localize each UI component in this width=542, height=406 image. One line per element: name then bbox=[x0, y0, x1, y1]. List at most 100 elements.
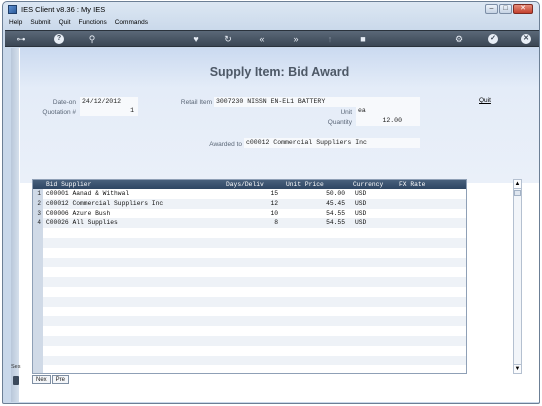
unit-field[interactable]: ea bbox=[356, 106, 420, 116]
row-number: 3 bbox=[33, 208, 43, 219]
row-number-empty bbox=[33, 247, 43, 258]
menu-quit[interactable]: Quit bbox=[55, 18, 75, 29]
empty-row[interactable] bbox=[33, 326, 466, 336]
retail-item-label: Retail Item bbox=[180, 99, 212, 106]
row-number-empty bbox=[33, 326, 43, 336]
cell-supplier[interactable]: C00006 Azure Bush bbox=[46, 209, 110, 219]
quit-link[interactable]: Quit bbox=[479, 97, 491, 104]
empty-row[interactable] bbox=[33, 336, 466, 346]
dock-icon[interactable] bbox=[13, 376, 19, 385]
cell-price[interactable]: 54.55 bbox=[286, 218, 345, 228]
empty-row[interactable] bbox=[33, 345, 466, 356]
vertical-scrollbar[interactable]: ▲ ▼ bbox=[513, 179, 522, 374]
empty-row[interactable] bbox=[33, 238, 466, 248]
cell-days[interactable]: 8 bbox=[226, 218, 278, 228]
row-number-empty bbox=[33, 267, 43, 278]
quantity-label: Quantity bbox=[327, 119, 352, 126]
app-window: IES Client v8.36 : My IES – □ ✕ Help Sub… bbox=[2, 1, 540, 404]
col-currency[interactable]: Currency bbox=[353, 181, 383, 188]
key-icon[interactable]: ⊶ bbox=[11, 34, 31, 45]
bottom-tabs: Nex Pre bbox=[32, 375, 70, 384]
grid-header: Bid Supplier Days/Deliv Unit Price Curre… bbox=[33, 180, 466, 189]
empty-row[interactable] bbox=[33, 355, 466, 366]
cell-days[interactable]: 12 bbox=[226, 199, 278, 209]
col-unit-price[interactable]: Unit Price bbox=[286, 181, 324, 188]
maximize-button[interactable]: □ bbox=[499, 4, 512, 14]
prev-tab[interactable]: Pre bbox=[51, 375, 70, 384]
empty-row[interactable] bbox=[33, 247, 466, 258]
table-row[interactable]: 2 c00012 Commercial Suppliers Inc 12 45.… bbox=[33, 198, 466, 209]
table-row[interactable]: 1 c00001 Aanad & Withwal 15 50.00 USD bbox=[33, 189, 466, 199]
empty-row[interactable] bbox=[33, 365, 466, 374]
search-icon[interactable]: ⚲ bbox=[86, 34, 98, 45]
check-icon[interactable]: ✓ bbox=[488, 34, 498, 44]
row-number: 2 bbox=[33, 198, 43, 209]
cell-currency[interactable]: USD bbox=[355, 209, 366, 219]
up-icon[interactable]: ↑ bbox=[324, 34, 336, 45]
col-fx-rate[interactable]: FX Rate bbox=[399, 181, 425, 188]
refresh-icon[interactable]: ↻ bbox=[222, 34, 234, 45]
window-title: IES Client v8.36 : My IES bbox=[21, 5, 106, 14]
row-number-empty bbox=[33, 228, 43, 238]
empty-row[interactable] bbox=[33, 306, 466, 317]
scroll-down-icon[interactable]: ▼ bbox=[514, 364, 521, 373]
empty-row[interactable] bbox=[33, 296, 466, 307]
row-number-empty bbox=[33, 287, 43, 297]
row-number-empty bbox=[33, 238, 43, 248]
empty-row[interactable] bbox=[33, 257, 466, 268]
row-number-empty bbox=[33, 257, 43, 268]
table-row[interactable]: 3 C00006 Azure Bush 10 54.55 USD bbox=[33, 208, 466, 219]
row-number-empty bbox=[33, 336, 43, 346]
date-on-label: Date-on bbox=[52, 99, 76, 106]
cell-price[interactable]: 50.00 bbox=[286, 189, 345, 199]
row-number: 4 bbox=[33, 218, 43, 229]
cell-supplier[interactable]: C00026 All Supplies bbox=[46, 218, 118, 228]
rewind-icon[interactable]: « bbox=[256, 34, 268, 45]
cell-days[interactable]: 15 bbox=[226, 189, 278, 199]
quantity-field[interactable]: 12.00 bbox=[356, 116, 420, 126]
menu-commands[interactable]: Commands bbox=[111, 18, 152, 29]
cell-currency[interactable]: USD bbox=[355, 189, 366, 199]
cell-price[interactable]: 45.45 bbox=[286, 199, 345, 209]
heart-icon[interactable]: ♥ bbox=[190, 34, 202, 45]
help-icon[interactable]: ? bbox=[54, 34, 64, 44]
left-sidebar bbox=[11, 48, 19, 402]
empty-row[interactable] bbox=[33, 277, 466, 287]
row-number-empty bbox=[33, 355, 43, 366]
awarded-to-field[interactable]: c00012 Commercial Suppliers Inc bbox=[244, 138, 420, 148]
scroll-up-icon[interactable]: ▲ bbox=[514, 180, 521, 189]
close-window-button[interactable]: ✕ bbox=[513, 4, 533, 14]
forward-icon[interactable]: » bbox=[290, 34, 302, 45]
settings-icon[interactable]: ⚙ bbox=[453, 34, 465, 45]
scroll-thumb[interactable] bbox=[514, 190, 521, 196]
quotation-field[interactable]: 1 bbox=[80, 106, 138, 116]
row-number-empty bbox=[33, 316, 43, 327]
minimize-button[interactable]: – bbox=[485, 4, 498, 14]
cell-supplier[interactable]: c00012 Commercial Suppliers Inc bbox=[46, 199, 163, 209]
cell-price[interactable]: 54.55 bbox=[286, 209, 345, 219]
empty-row[interactable] bbox=[33, 287, 466, 297]
unit-label: Unit bbox=[340, 109, 352, 116]
table-row[interactable]: 4 C00026 All Supplies 8 54.55 USD bbox=[33, 218, 466, 229]
quotation-label: Quotation # bbox=[42, 109, 76, 116]
row-number-empty bbox=[33, 277, 43, 287]
empty-row[interactable] bbox=[33, 228, 466, 238]
col-days-deliv[interactable]: Days/Deliv bbox=[226, 181, 264, 188]
menu-help[interactable]: Help bbox=[5, 18, 26, 29]
bid-grid: Bid Supplier Days/Deliv Unit Price Curre… bbox=[32, 179, 467, 374]
menu-functions[interactable]: Functions bbox=[75, 18, 111, 29]
close-icon[interactable]: ✕ bbox=[521, 34, 531, 44]
stop-icon[interactable]: ■ bbox=[357, 34, 369, 45]
cell-currency[interactable]: USD bbox=[355, 218, 366, 228]
next-tab[interactable]: Nex bbox=[32, 375, 51, 384]
menu-submit[interactable]: Submit bbox=[26, 18, 54, 29]
row-number-empty bbox=[33, 345, 43, 356]
col-bid-supplier[interactable]: Bid Supplier bbox=[46, 181, 91, 188]
empty-row[interactable] bbox=[33, 316, 466, 327]
cell-supplier[interactable]: c00001 Aanad & Withwal bbox=[46, 189, 129, 199]
content-area: Ses Supply Item: Bid Award Date-on 24/12… bbox=[11, 48, 539, 402]
cell-currency[interactable]: USD bbox=[355, 199, 366, 209]
awarded-to-label: Awarded to bbox=[209, 141, 242, 148]
empty-row[interactable] bbox=[33, 267, 466, 278]
cell-days[interactable]: 10 bbox=[226, 209, 278, 219]
